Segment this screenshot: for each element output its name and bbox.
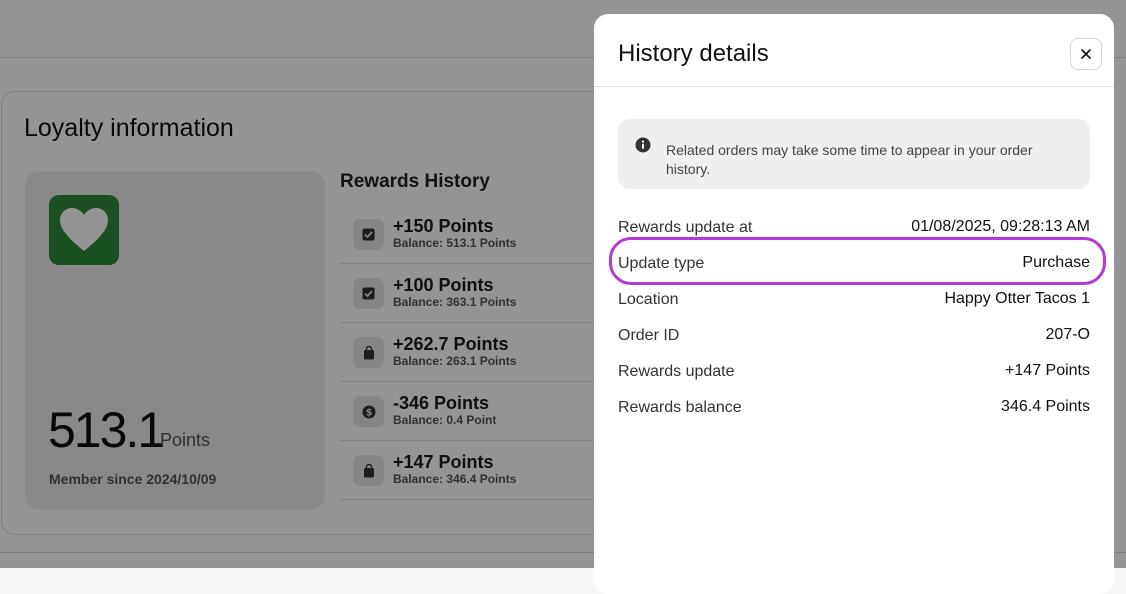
detail-row-location: Location Happy Otter Tacos 1 (618, 281, 1090, 317)
info-banner: Related orders may take some time to app… (618, 119, 1090, 189)
detail-label: Rewards update at (618, 219, 753, 236)
close-button[interactable] (1070, 38, 1102, 70)
detail-value: 346.4 Points (1001, 398, 1090, 415)
detail-label: Rewards update (618, 363, 735, 380)
detail-value: +147 Points (1005, 362, 1090, 379)
detail-label: Location (618, 291, 679, 308)
detail-row-rewards-update: Rewards update +147 Points (618, 353, 1090, 389)
detail-value: 207-O (1045, 326, 1090, 343)
modal-header: History details (594, 14, 1114, 87)
info-text: Related orders may take some time to app… (666, 142, 1033, 177)
update-type-highlight (609, 237, 1106, 285)
close-icon (1081, 49, 1091, 59)
detail-value: Happy Otter Tacos 1 (944, 290, 1090, 307)
modal-title: History details (618, 40, 769, 67)
detail-row-rewards-balance: Rewards balance 346.4 Points (618, 389, 1090, 425)
detail-label: Rewards balance (618, 399, 742, 416)
history-details-modal: History details Related orders may take … (594, 14, 1114, 594)
detail-row-order-id: Order ID 207-O (618, 317, 1090, 353)
detail-label: Order ID (618, 327, 680, 344)
info-icon (635, 137, 651, 153)
detail-value: 01/08/2025, 09:28:13 AM (911, 218, 1090, 235)
